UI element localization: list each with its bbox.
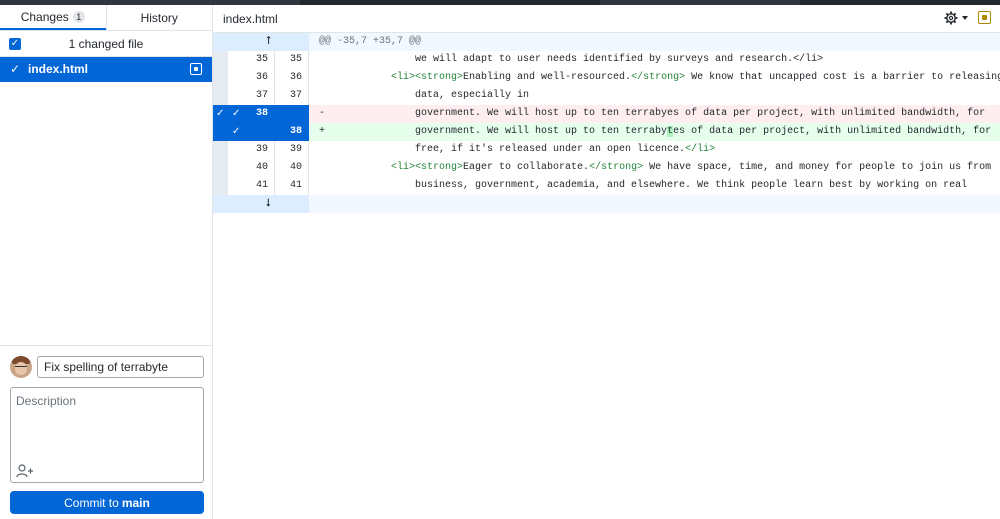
tab-history[interactable]: History bbox=[105, 5, 213, 30]
line-selected-check-icon[interactable]: ✓ bbox=[232, 123, 240, 141]
diff-header: index.html bbox=[213, 5, 1000, 33]
tab-changes-label: Changes bbox=[20, 9, 69, 24]
hunk-header: @@ -35,7 +35,7 @@ bbox=[309, 33, 1000, 51]
commit-button-prefix: Commit to bbox=[64, 495, 119, 510]
new-line-number[interactable]: 38 bbox=[275, 123, 309, 141]
addition-marker: + bbox=[319, 126, 326, 137]
avatar bbox=[10, 356, 32, 378]
diff-line: 36 36 <li><strong>Enabling and well-reso… bbox=[213, 69, 1000, 87]
diff-line: 40 40 <li><strong>Eager to collaborate.<… bbox=[213, 159, 1000, 177]
diff-view: ⭡ @@ -35,7 +35,7 @@ 35 35 we will adapt … bbox=[213, 33, 1000, 213]
new-line-number: 39 bbox=[275, 141, 309, 159]
old-line-number: 37 bbox=[228, 87, 275, 105]
diff-line-text: <li><strong>Enabling and well-resourced.… bbox=[391, 72, 1000, 83]
line-selected-check-icon[interactable]: ✓ bbox=[232, 105, 240, 123]
diff-file-path: index.html bbox=[223, 12, 278, 26]
gear-icon[interactable] bbox=[943, 10, 973, 26]
diff-line-text: data, especially in bbox=[319, 90, 530, 101]
diff-line: 41 41 business, government, academia, an… bbox=[213, 177, 1000, 195]
select-all-checkbox[interactable]: ✓ bbox=[9, 38, 21, 50]
old-line-number: 41 bbox=[228, 177, 275, 195]
added-line[interactable]: ✓ 38 government. We will host up to ten … bbox=[213, 123, 1000, 141]
diff-line: 37 37 data, especially in bbox=[213, 87, 1000, 105]
add-coauthor-icon[interactable] bbox=[16, 464, 34, 478]
diff-line-text: government. We will host up to ten terra… bbox=[309, 123, 1000, 141]
new-line-number: 35 bbox=[275, 51, 309, 69]
changed-files-count: 1 changed file bbox=[68, 37, 144, 51]
diff-line-text: <li><strong>Eager to collaborate.</stron… bbox=[391, 162, 992, 173]
old-line-number: 35 bbox=[228, 51, 275, 69]
deletion-marker: - bbox=[319, 108, 326, 119]
tab-changes[interactable]: Changes 1 bbox=[0, 5, 106, 30]
old-line-number: 39 bbox=[228, 141, 275, 159]
deleted-line[interactable]: ✓ 38 ✓ government. We will host up to te… bbox=[213, 105, 1000, 123]
commit-button-branch: main bbox=[121, 495, 150, 510]
commit-button[interactable]: Commit to main bbox=[10, 491, 204, 514]
old-line-number: 36 bbox=[228, 69, 275, 87]
new-line-number: 40 bbox=[275, 159, 309, 177]
diff-line-text: business, government, academia, and else… bbox=[319, 180, 968, 191]
new-line-number: 41 bbox=[275, 177, 309, 195]
new-line-number: 37 bbox=[275, 87, 309, 105]
expand-down-icon[interactable]: ⭣ bbox=[228, 195, 309, 213]
commit-description-input[interactable] bbox=[11, 388, 203, 458]
tab-history-label: History bbox=[140, 10, 178, 25]
file-modified-icon bbox=[190, 63, 202, 75]
chevron-down-icon bbox=[962, 16, 968, 20]
diff-line: 35 35 we will adapt to user needs identi… bbox=[213, 51, 1000, 69]
commit-description-box bbox=[10, 387, 204, 483]
file-modified-icon bbox=[978, 11, 991, 24]
old-line-number: 40 bbox=[228, 159, 275, 177]
hunk-header-row: ⭡ @@ -35,7 +35,7 @@ bbox=[213, 33, 1000, 51]
hunk-footer-row: ⭣ bbox=[213, 195, 1000, 213]
diff-line-text: government. We will host up to ten terra… bbox=[309, 105, 1000, 123]
changed-files-header: ✓ 1 changed file bbox=[0, 32, 212, 57]
line-selected-check-icon[interactable]: ✓ bbox=[216, 105, 224, 123]
sidebar-tabs: Changes 1 History bbox=[0, 5, 212, 31]
commit-summary-input[interactable] bbox=[37, 356, 204, 378]
new-line-number: 36 bbox=[275, 69, 309, 87]
changes-sidebar: Changes 1 History ✓ 1 changed file ✓ ind… bbox=[0, 5, 213, 519]
file-name: index.html bbox=[28, 62, 89, 76]
changes-count-badge: 1 bbox=[72, 10, 85, 23]
diff-line-text: free, if it's released under an open lic… bbox=[319, 144, 716, 155]
diff-line: 39 39 free, if it's released under an op… bbox=[213, 141, 1000, 159]
expand-up-icon[interactable]: ⭡ bbox=[228, 33, 309, 51]
diff-line-text: we will adapt to user needs identified b… bbox=[319, 54, 824, 65]
new-line-number[interactable] bbox=[275, 105, 309, 123]
file-list-item[interactable]: ✓ index.html bbox=[0, 57, 212, 82]
commit-message-area: Commit tomain bbox=[0, 345, 212, 519]
file-include-checkbox[interactable]: ✓ bbox=[9, 63, 21, 75]
